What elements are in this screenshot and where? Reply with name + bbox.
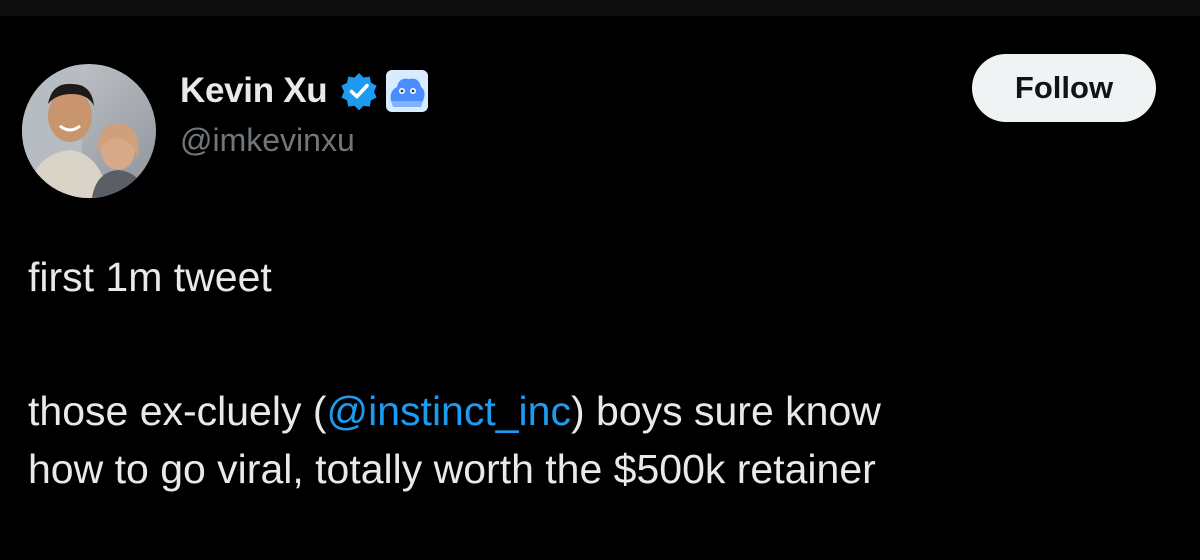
tweet-text-segment: those ex-cluely (: [28, 388, 327, 434]
tweet-text-segment: ) boys sure know: [570, 388, 881, 434]
tweet-card: Kevin Xu @imkevinxu Follow first 1m twee…: [0, 16, 1200, 560]
mention-link[interactable]: @instinct_inc: [327, 388, 571, 434]
avatar[interactable]: [22, 64, 156, 198]
affiliate-badge-icon[interactable]: [385, 69, 429, 113]
tweet-spacer: [28, 306, 1168, 382]
top-strip: [0, 0, 1200, 16]
author-handle[interactable]: @imkevinxu: [180, 122, 355, 159]
follow-button[interactable]: Follow: [972, 54, 1156, 122]
author-display-name[interactable]: Kevin Xu: [180, 71, 328, 111]
verified-badge-icon[interactable]: [339, 71, 379, 111]
tweet-text: first 1m tweet those ex-cluely (@instinc…: [28, 248, 1168, 498]
author-name-row: Kevin Xu: [180, 66, 429, 116]
avatar-photo: [22, 64, 156, 198]
tweet-line-3: how to go viral, totally worth the $500k…: [28, 446, 876, 492]
tweet-line-1: first 1m tweet: [28, 254, 272, 300]
tweet-line-2: those ex-cluely (@instinct_inc) boys sur…: [28, 382, 1168, 440]
